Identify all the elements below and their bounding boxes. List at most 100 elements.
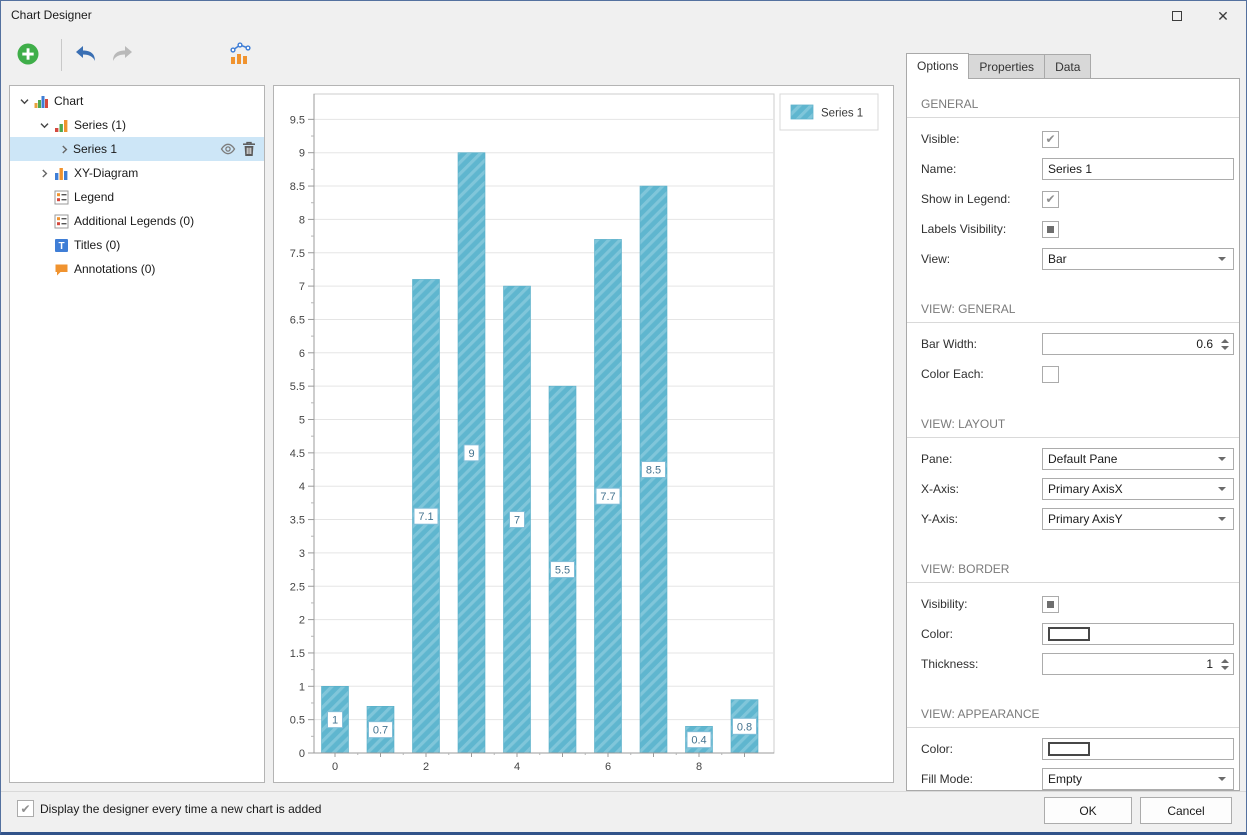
visibility-checkbox[interactable]: [1042, 596, 1059, 613]
delete-trash-icon[interactable]: [242, 141, 256, 157]
svg-text:6: 6: [299, 348, 305, 360]
ok-button[interactable]: OK: [1044, 797, 1132, 824]
options-panel: GENERALVisible:✔Name:Series 1Show in Leg…: [906, 78, 1240, 791]
spin-up-icon[interactable]: [1221, 339, 1229, 343]
prop-label: Show in Legend:: [921, 192, 1042, 206]
indeterminate-mark-icon: [1047, 601, 1054, 608]
svg-text:3.5: 3.5: [290, 515, 305, 527]
svg-text:8: 8: [696, 761, 702, 773]
labels-visibility-checkbox[interactable]: [1042, 221, 1059, 238]
svg-text:T: T: [58, 241, 64, 252]
tree-item-titles-0[interactable]: T Titles (0): [10, 233, 264, 257]
prop-label: Pane:: [921, 452, 1042, 466]
prop-label: Thickness:: [921, 657, 1042, 671]
spin-up-icon[interactable]: [1221, 659, 1229, 663]
series-icon: [53, 117, 70, 134]
color-color-picker[interactable]: [1042, 623, 1234, 645]
tree-item-chart[interactable]: Chart: [10, 89, 264, 113]
chevron-down-icon[interactable]: [16, 93, 33, 110]
pane-dropdown[interactable]: Default Pane: [1042, 448, 1234, 470]
svg-text:8: 8: [299, 214, 305, 226]
legend-icon: [53, 213, 70, 230]
titlebar[interactable]: Chart Designer ✕: [1, 1, 1246, 31]
tree-item-additional-legends-0[interactable]: Additional Legends (0): [10, 209, 264, 233]
footer-divider: [1, 791, 1246, 792]
tree-item-legend[interactable]: Legend: [10, 185, 264, 209]
show-in-legend-checkbox[interactable]: ✔: [1042, 191, 1059, 208]
color-color-picker[interactable]: [1042, 738, 1234, 760]
chevron-down-icon: [1218, 777, 1226, 781]
tree-item-label: Series 1: [73, 142, 117, 156]
prop-label: Color:: [921, 742, 1042, 756]
section-header-view-general: VIEW: GENERAL: [907, 298, 1239, 323]
xy-diagram-icon: [53, 165, 70, 182]
expander-spacer: [36, 261, 53, 278]
prop-row-bar-width: Bar Width:0.6: [907, 329, 1239, 359]
svg-text:2: 2: [423, 761, 429, 773]
spin-down-icon[interactable]: [1221, 666, 1229, 670]
svg-text:6.5: 6.5: [290, 314, 305, 326]
tree-item-label: Titles (0): [74, 238, 120, 252]
svg-text:4: 4: [514, 761, 520, 773]
spin-down-icon[interactable]: [1221, 346, 1229, 350]
bar-width-spinner[interactable]: 0.6: [1042, 333, 1234, 355]
tab-data[interactable]: Data: [1044, 54, 1091, 79]
color-each-checkbox[interactable]: [1042, 366, 1059, 383]
add-chart-element-button[interactable]: [13, 40, 43, 70]
name-input[interactable]: Series 1: [1042, 158, 1234, 180]
chart-preview[interactable]: 00.511.522.533.544.555.566.577.588.599.5…: [273, 85, 894, 783]
tree-item-label: Series (1): [74, 118, 126, 132]
svg-text:0.4: 0.4: [691, 735, 706, 747]
section-header-view-layout: VIEW: LAYOUT: [907, 413, 1239, 438]
prop-row-color: Color:: [907, 734, 1239, 764]
chevron-down-icon: [1218, 487, 1226, 491]
svg-text:8.5: 8.5: [290, 181, 305, 193]
fill-mode-dropdown[interactable]: Empty: [1042, 768, 1234, 790]
chevron-right-icon[interactable]: [56, 141, 73, 158]
svg-text:7.7: 7.7: [600, 491, 615, 503]
window-title: Chart Designer: [11, 8, 92, 22]
tab-properties[interactable]: Properties: [968, 54, 1045, 79]
visibility-eye-icon[interactable]: [220, 141, 236, 157]
svg-text:7.1: 7.1: [418, 511, 433, 523]
x-axis-dropdown[interactable]: Primary AxisX: [1042, 478, 1234, 500]
thickness-spinner[interactable]: 1: [1042, 653, 1234, 675]
chevron-down-icon: [1218, 457, 1226, 461]
svg-text:0: 0: [299, 748, 305, 760]
prop-label: Name:: [921, 162, 1042, 176]
maximize-button[interactable]: [1154, 1, 1200, 31]
prop-label: Bar Width:: [921, 337, 1042, 351]
svg-text:6: 6: [605, 761, 611, 773]
redo-button[interactable]: [107, 40, 137, 70]
prop-row-visible: Visible:✔: [907, 124, 1239, 154]
prop-row-view: View:Bar: [907, 244, 1239, 274]
chevron-right-icon[interactable]: [36, 165, 53, 182]
svg-text:0.7: 0.7: [373, 725, 388, 737]
chart-elements-tree: ChartSeries (1)Series 1XY-DiagramLegendA…: [9, 85, 265, 783]
undo-button[interactable]: [71, 40, 101, 70]
view-dropdown[interactable]: Bar: [1042, 248, 1234, 270]
y-axis-dropdown[interactable]: Primary AxisY: [1042, 508, 1234, 530]
prop-row-color-each: Color Each:: [907, 359, 1239, 389]
change-chart-type-button[interactable]: [225, 40, 255, 70]
tree-item-series-1[interactable]: Series 1: [10, 137, 264, 161]
display-designer-checkbox[interactable]: ✔: [17, 800, 34, 817]
spinner-value: 1: [1206, 657, 1213, 671]
tree-item-series-1[interactable]: Series (1): [10, 113, 264, 137]
svg-text:4.5: 4.5: [290, 448, 305, 460]
close-button[interactable]: ✕: [1200, 1, 1246, 31]
chart-legend[interactable]: Series 1: [780, 94, 878, 130]
prop-label: Visible:: [921, 132, 1042, 146]
visible-checkbox[interactable]: ✔: [1042, 131, 1059, 148]
cancel-button[interactable]: Cancel: [1140, 797, 1232, 824]
prop-label: Fill Mode:: [921, 772, 1042, 786]
svg-text:Series 1: Series 1: [821, 108, 863, 120]
tree-item-annotations-0[interactable]: Annotations (0): [10, 257, 264, 281]
chevron-down-icon[interactable]: [36, 117, 53, 134]
section-header-general: GENERAL: [907, 93, 1239, 118]
tab-options[interactable]: Options: [906, 53, 969, 79]
svg-text:0: 0: [332, 761, 338, 773]
svg-text:5.5: 5.5: [555, 565, 570, 577]
chart-designer-dialog: Chart Designer ✕ Chart Series (1) Series 1…: [0, 0, 1247, 835]
tree-item-xy-diagram[interactable]: XY-Diagram: [10, 161, 264, 185]
